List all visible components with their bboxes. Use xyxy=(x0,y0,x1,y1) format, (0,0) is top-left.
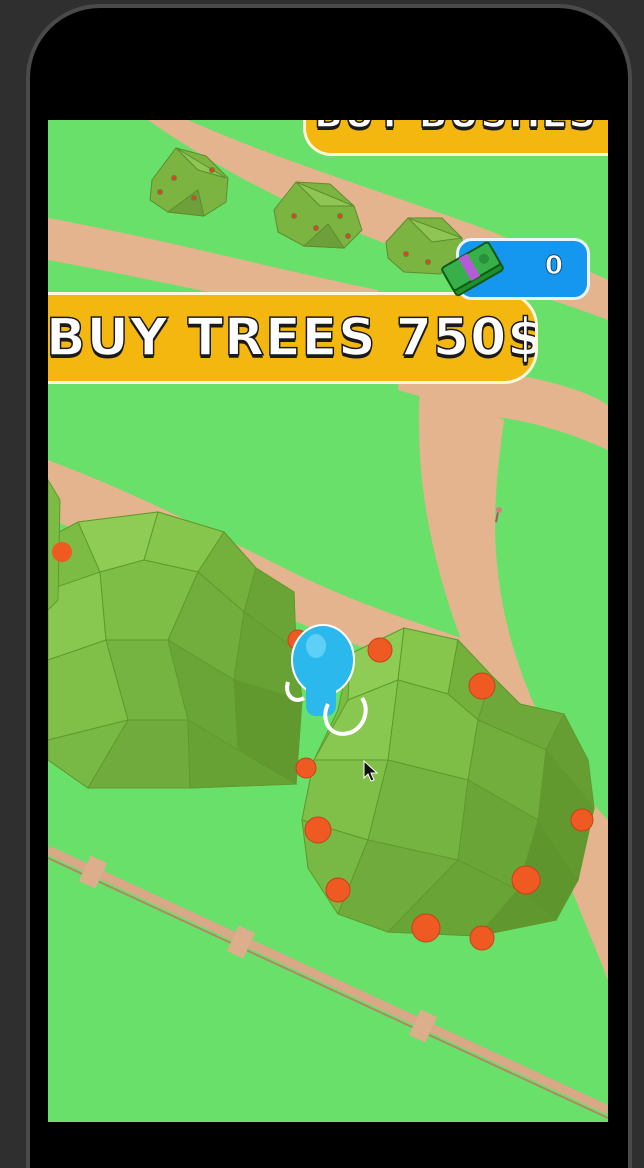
buy-trees-label: BUY TREES 750$ xyxy=(48,307,538,369)
fruit xyxy=(52,542,72,562)
money-value: 0 xyxy=(544,251,563,282)
mouse-pointer-icon xyxy=(363,760,379,782)
game-viewport[interactable]: BUY BUSHES BUY TREES 750$ 0 xyxy=(48,120,608,1122)
money-counter: 0 xyxy=(441,238,590,300)
cash-stack-icon xyxy=(441,241,504,297)
buy-bushes-label: BUY BUSHES xyxy=(313,120,597,136)
buy-bushes-button[interactable]: BUY BUSHES xyxy=(303,120,608,156)
buy-trees-button[interactable]: BUY TREES 750$ xyxy=(48,292,538,384)
